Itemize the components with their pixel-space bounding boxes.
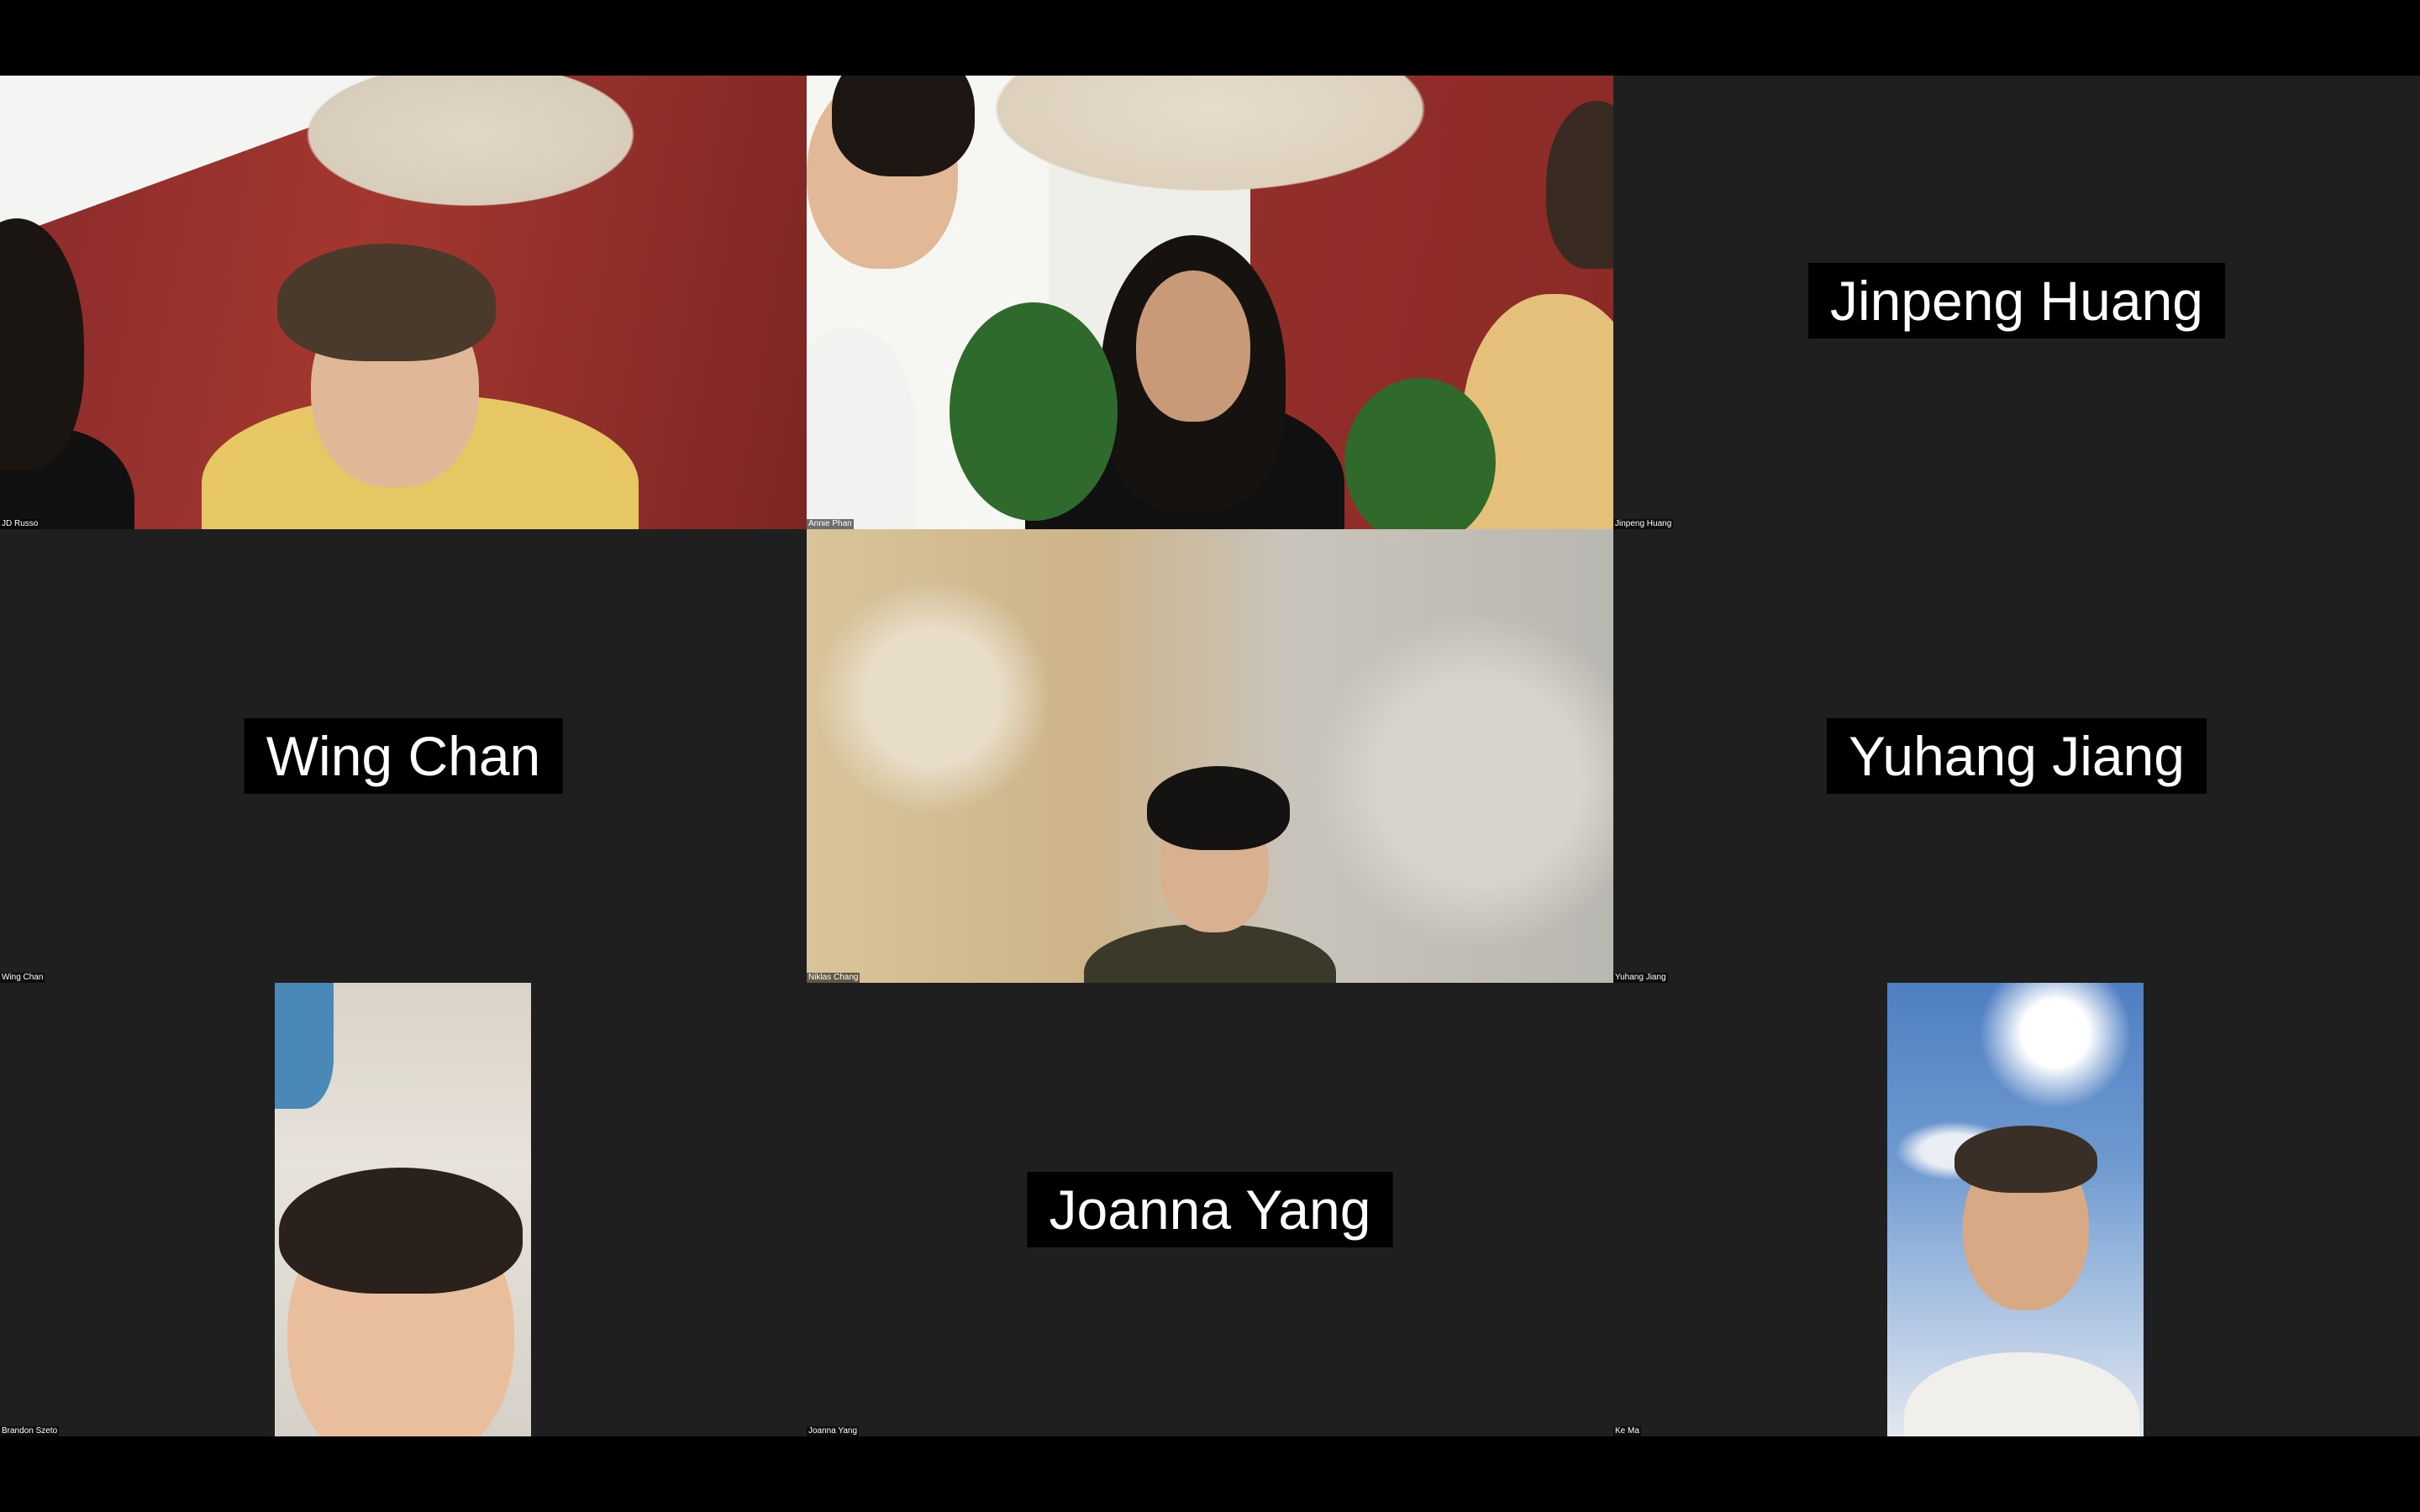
participant-name-label: Ke Ma	[1613, 1426, 1641, 1436]
participant-name-label: Niklas Chang	[807, 973, 860, 983]
participant-tile-niklas-chang[interactable]: Niklas Chang	[807, 529, 1613, 983]
participant-tile-brandon-szeto[interactable]: Brandon Szeto	[0, 983, 807, 1436]
participant-tile-yuhang-jiang[interactable]: Yuhang Jiang Yuhang Jiang	[1613, 529, 2420, 983]
video-call-window: JD Russo Annie Phan Jinpeng Huang Jinpen…	[0, 0, 2420, 1512]
participant-name-label: Annie Phan	[807, 519, 854, 529]
participant-name-label: JD Russo	[0, 519, 40, 529]
video-feed	[807, 529, 1613, 983]
participant-name-label: Joanna Yang	[807, 1426, 860, 1436]
participant-name-card: Yuhang Jiang	[1826, 718, 2207, 794]
participant-name-label: Wing Chan	[0, 973, 45, 983]
participant-tile-jd-russo[interactable]: JD Russo	[0, 76, 807, 529]
video-feed	[275, 983, 531, 1436]
video-feed	[1887, 983, 2144, 1436]
participant-tile-annie-phan[interactable]: Annie Phan	[807, 76, 1613, 529]
participant-tile-ke-ma[interactable]: Ke Ma	[1613, 983, 2420, 1436]
participant-tile-joanna-yang[interactable]: Joanna Yang Joanna Yang	[807, 983, 1613, 1436]
participant-name-card: Jinpeng Huang	[1807, 263, 2226, 339]
participant-name-label: Jinpeng Huang	[1613, 519, 1674, 529]
participant-name-card: Wing Chan	[244, 718, 563, 794]
participant-tile-jinpeng-huang[interactable]: Jinpeng Huang Jinpeng Huang	[1613, 76, 2420, 529]
participant-name-label: Brandon Szeto	[0, 1426, 60, 1436]
participant-tile-wing-chan[interactable]: Wing Chan Wing Chan	[0, 529, 807, 983]
video-feed	[0, 76, 807, 529]
participant-gallery: JD Russo Annie Phan Jinpeng Huang Jinpen…	[0, 76, 2420, 1436]
participant-name-label: Yuhang Jiang	[1613, 973, 1668, 983]
participant-name-card: Joanna Yang	[1027, 1172, 1393, 1247]
video-feed	[807, 76, 1613, 529]
